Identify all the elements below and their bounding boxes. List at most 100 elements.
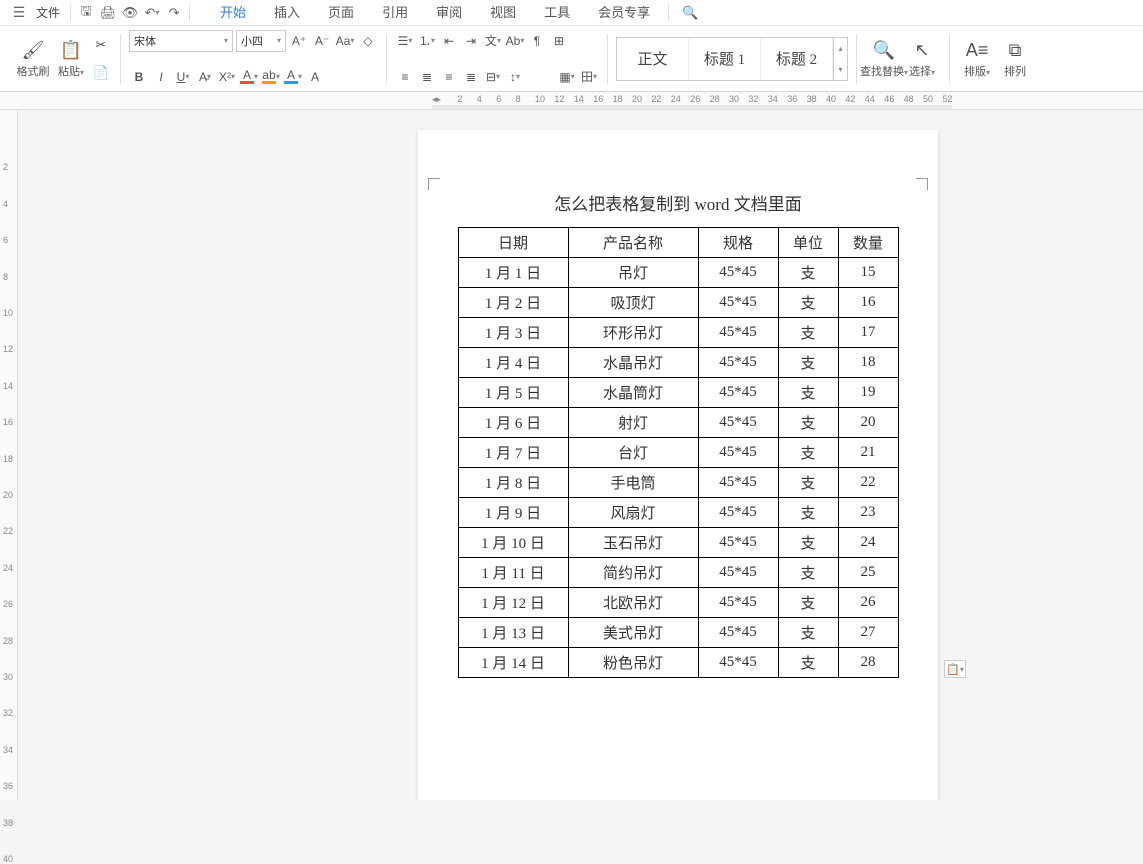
- underline-icon[interactable]: U▾: [173, 66, 193, 88]
- grow-font-icon[interactable]: A⁺: [289, 30, 309, 52]
- table-cell[interactable]: 手电筒: [568, 468, 698, 498]
- tab-view[interactable]: 视图: [476, 0, 530, 26]
- tabs-icon[interactable]: ⊞: [549, 30, 569, 52]
- table-cell[interactable]: 45*45: [698, 408, 778, 438]
- table-cell[interactable]: 45*45: [698, 348, 778, 378]
- table-row[interactable]: 1 月 8 日手电筒45*45支22: [458, 468, 898, 498]
- tab-page[interactable]: 页面: [314, 0, 368, 26]
- table-cell[interactable]: 支: [778, 288, 838, 318]
- table-cell[interactable]: 1 月 2 日: [458, 288, 568, 318]
- font-name-select[interactable]: 宋体▾: [129, 30, 233, 52]
- vertical-ruler[interactable]: 246810121416182022242628303234363840: [0, 110, 18, 800]
- table-cell[interactable]: 45*45: [698, 468, 778, 498]
- table-cell[interactable]: 23: [838, 498, 898, 528]
- char-border-icon[interactable]: A: [305, 66, 325, 88]
- table-cell[interactable]: 台灯: [568, 438, 698, 468]
- table-cell[interactable]: 45*45: [698, 438, 778, 468]
- table-cell[interactable]: 水晶筒灯: [568, 378, 698, 408]
- table-cell[interactable]: 1 月 11 日: [458, 558, 568, 588]
- table-row[interactable]: 1 月 4 日水晶吊灯45*45支18: [458, 348, 898, 378]
- sort-icon[interactable]: Ab▾: [505, 30, 525, 52]
- table-cell[interactable]: 支: [778, 408, 838, 438]
- table-cell[interactable]: 粉色吊灯: [568, 648, 698, 678]
- tab-reference[interactable]: 引用: [368, 0, 422, 26]
- highlight-icon[interactable]: ab▾: [261, 66, 281, 88]
- distribute-icon[interactable]: ⊟▾: [483, 66, 503, 88]
- table-row[interactable]: 1 月 2 日吸顶灯45*45支16: [458, 288, 898, 318]
- table-cell[interactable]: 支: [778, 618, 838, 648]
- table-row[interactable]: 1 月 10 日玉石吊灯45*45支24: [458, 528, 898, 558]
- font-size-select[interactable]: 小四▾: [236, 30, 286, 52]
- table-cell[interactable]: 27: [838, 618, 898, 648]
- table-cell[interactable]: 45*45: [698, 258, 778, 288]
- superscript-icon[interactable]: X²▾: [217, 66, 237, 88]
- typeset-button[interactable]: A≡ 排版▾: [958, 39, 996, 79]
- table-cell[interactable]: 24: [838, 528, 898, 558]
- table-cell[interactable]: 支: [778, 588, 838, 618]
- table-cell[interactable]: 19: [838, 378, 898, 408]
- copy-icon[interactable]: 📄: [90, 62, 112, 84]
- char-shading-icon[interactable]: A▾: [283, 66, 303, 88]
- table-cell[interactable]: 1 月 10 日: [458, 528, 568, 558]
- table-cell[interactable]: 22: [838, 468, 898, 498]
- undo-icon[interactable]: ↶▾: [141, 2, 163, 24]
- table-cell[interactable]: 吸顶灯: [568, 288, 698, 318]
- select-button[interactable]: ↖ 选择▾: [903, 39, 941, 79]
- italic-icon[interactable]: I: [151, 66, 171, 88]
- document-canvas[interactable]: 怎么把表格复制到 word 文档里面 日期 产品名称 规格 单位 数量 1 月 …: [18, 110, 1143, 800]
- table-row[interactable]: 1 月 1 日吊灯45*45支15: [458, 258, 898, 288]
- table-cell[interactable]: 21: [838, 438, 898, 468]
- table-cell[interactable]: 水晶吊灯: [568, 348, 698, 378]
- table-cell[interactable]: 26: [838, 588, 898, 618]
- file-menu[interactable]: 文件: [30, 4, 66, 21]
- paste-button[interactable]: 📋 粘贴▾: [52, 39, 90, 79]
- table-cell[interactable]: 45*45: [698, 288, 778, 318]
- table-cell[interactable]: 28: [838, 648, 898, 678]
- paste-options-icon[interactable]: 📋▾: [944, 660, 966, 678]
- decrease-indent-icon[interactable]: ⇤: [439, 30, 459, 52]
- column-header[interactable]: 数量: [838, 228, 898, 258]
- table-cell[interactable]: 45*45: [698, 618, 778, 648]
- preview-icon[interactable]: 👁: [119, 2, 141, 24]
- table-cell[interactable]: 风扇灯: [568, 498, 698, 528]
- table-cell[interactable]: 1 月 13 日: [458, 618, 568, 648]
- table-cell[interactable]: 支: [778, 558, 838, 588]
- column-header[interactable]: 规格: [698, 228, 778, 258]
- bold-icon[interactable]: B: [129, 66, 149, 88]
- table-row[interactable]: 1 月 5 日水晶筒灯45*45支19: [458, 378, 898, 408]
- table-cell[interactable]: 1 月 1 日: [458, 258, 568, 288]
- table-cell[interactable]: 1 月 3 日: [458, 318, 568, 348]
- align-justify-icon[interactable]: ≣: [461, 66, 481, 88]
- tab-review[interactable]: 审阅: [422, 0, 476, 26]
- table-cell[interactable]: 支: [778, 438, 838, 468]
- strikethrough-icon[interactable]: A̵▾: [195, 66, 215, 88]
- table-cell[interactable]: 1 月 9 日: [458, 498, 568, 528]
- shrink-font-icon[interactable]: A⁻: [312, 30, 332, 52]
- font-color-icon[interactable]: A▾: [239, 66, 259, 88]
- find-replace-button[interactable]: 🔍 查找替换▾: [865, 39, 903, 79]
- borders-icon[interactable]: 田▾: [579, 66, 599, 88]
- table-cell[interactable]: 支: [778, 378, 838, 408]
- format-painter-button[interactable]: 🖌 格式刷: [14, 39, 52, 79]
- style-heading1[interactable]: 标题 1: [689, 38, 761, 80]
- table-cell[interactable]: 45*45: [698, 378, 778, 408]
- table-cell[interactable]: 18: [838, 348, 898, 378]
- arrange-button[interactable]: ⧉ 排列: [996, 39, 1034, 79]
- table-row[interactable]: 1 月 14 日粉色吊灯45*45支28: [458, 648, 898, 678]
- clear-format-icon[interactable]: ◇: [358, 30, 378, 52]
- align-center-icon[interactable]: ≣: [417, 66, 437, 88]
- table-header-row[interactable]: 日期 产品名称 规格 单位 数量: [458, 228, 898, 258]
- table-cell[interactable]: 45*45: [698, 498, 778, 528]
- cut-icon[interactable]: ✂: [90, 34, 112, 56]
- change-case-icon[interactable]: Aa▾: [335, 30, 355, 52]
- table-cell[interactable]: 美式吊灯: [568, 618, 698, 648]
- redo-icon[interactable]: ↷: [163, 2, 185, 24]
- table-cell[interactable]: 17: [838, 318, 898, 348]
- table-cell[interactable]: 支: [778, 648, 838, 678]
- table-cell[interactable]: 支: [778, 528, 838, 558]
- hamburger-icon[interactable]: ☰: [8, 2, 30, 24]
- table-cell[interactable]: 1 月 8 日: [458, 468, 568, 498]
- tab-member[interactable]: 会员专享: [584, 0, 664, 26]
- table-cell[interactable]: 45*45: [698, 558, 778, 588]
- styles-more[interactable]: ▴▾: [833, 38, 847, 80]
